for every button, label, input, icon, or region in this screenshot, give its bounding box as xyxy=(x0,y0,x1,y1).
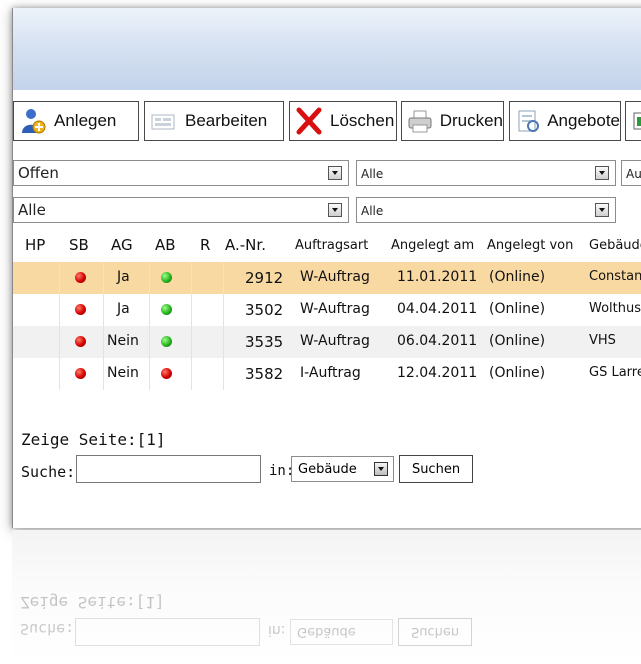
datum-cell: 06.04.2011 xyxy=(397,333,478,349)
chevron-down-icon[interactable] xyxy=(328,166,342,180)
window-reflection: Suche: in: Gebäude Suchen Zeige Seite:[1… xyxy=(12,530,641,664)
delete-x-icon xyxy=(294,106,324,136)
filter-2-value: Alle xyxy=(361,167,384,181)
datum-cell: 12.04.2011 xyxy=(397,365,478,381)
nr-cell: 3502 xyxy=(245,301,284,319)
angelegt-von-cell: (Online) xyxy=(489,269,546,285)
auftragsart-cell: W-Auftrag xyxy=(300,269,370,285)
datum-cell: 04.04.2011 xyxy=(397,301,478,317)
search-label: Suche: xyxy=(21,463,76,481)
ab-status-dot xyxy=(161,368,172,379)
reflection-suchen: Suchen xyxy=(398,618,472,646)
gebaeude-cell: Constant xyxy=(589,269,641,284)
offer-icon xyxy=(514,106,541,136)
gebaeude-cell: GS Larre xyxy=(589,365,641,380)
pager: Zeige Seite:[1] xyxy=(21,430,166,449)
more-toolbar-button[interactable] xyxy=(625,101,641,141)
ab-status-dot xyxy=(161,304,172,315)
drucken-label: Drucken xyxy=(439,111,503,130)
bearbeiten-button[interactable]: Bearbeiten xyxy=(144,101,284,141)
table-row[interactable]: Ja 2912 W-Auftrag 11.01.2011 (Online) Co… xyxy=(13,262,641,294)
loeschen-button[interactable]: Löschen xyxy=(289,101,397,141)
edit-icon xyxy=(149,106,179,136)
ag-cell: Ja xyxy=(117,269,130,285)
search-field-select[interactable]: Gebäude xyxy=(291,456,394,482)
auftragsart-cell: I-Auftrag xyxy=(300,365,361,381)
printer-icon xyxy=(406,106,434,136)
ag-cell: Nein xyxy=(107,365,139,381)
ab-status-dot xyxy=(161,336,172,347)
col-header-nr[interactable]: A.-Nr. xyxy=(225,236,266,262)
ag-cell: Nein xyxy=(107,333,139,349)
col-header-ab[interactable]: AB xyxy=(155,236,176,262)
filter-3-value: Alle xyxy=(18,201,46,219)
reflection-search-input xyxy=(75,618,260,646)
angelegt-von-cell: (Online) xyxy=(489,333,546,349)
page-link-1[interactable]: [1] xyxy=(137,430,166,449)
gebaeude-cell: VHS xyxy=(589,333,616,348)
sb-status-dot xyxy=(75,368,86,379)
chevron-down-icon[interactable] xyxy=(374,462,388,476)
toolbar: Anlegen Bearbeiten Löschen Drucken Angeb… xyxy=(13,101,641,145)
angebote-label: Angebote xyxy=(547,111,620,130)
filter-4-select[interactable]: Alle xyxy=(356,197,616,223)
search-bar: Suche: in: Gebäude Suchen xyxy=(21,455,641,485)
title-bar xyxy=(13,8,641,90)
table-row[interactable]: Ja 3502 W-Auftrag 04.04.2011 (Online) Wo… xyxy=(13,294,641,326)
col-header-angelegt-am[interactable]: Angelegt am xyxy=(391,238,474,264)
app-window: Anlegen Bearbeiten Löschen Drucken Angeb… xyxy=(12,8,641,528)
nr-cell: 3535 xyxy=(245,333,284,351)
reflection-search-label: Suche: xyxy=(20,620,75,638)
loeschen-label: Löschen xyxy=(330,111,395,130)
col-header-r[interactable]: R xyxy=(200,236,210,262)
angebote-button[interactable]: Angebote xyxy=(509,101,621,141)
status-filter-select[interactable]: Offen xyxy=(13,160,349,186)
pager-label: Zeige Seite: xyxy=(21,430,137,449)
suchen-button[interactable]: Suchen xyxy=(399,455,473,483)
gebaeude-cell: Wolthuse xyxy=(589,301,641,316)
col-header-angelegt-von[interactable]: Angelegt von xyxy=(487,238,573,264)
chevron-down-icon[interactable] xyxy=(595,166,609,180)
image-icon xyxy=(630,106,641,136)
chevron-down-icon[interactable] xyxy=(328,203,342,217)
reflection-pager: Zeige Seite:[1] xyxy=(20,593,165,612)
sb-status-dot xyxy=(75,304,86,315)
col-header-auftragsart[interactable]: Auftragsart xyxy=(295,238,368,264)
col-header-hp[interactable]: HP xyxy=(25,236,45,262)
filter-3-select[interactable]: Alle xyxy=(13,197,349,223)
nr-cell: 3582 xyxy=(245,365,284,383)
angelegt-von-cell: (Online) xyxy=(489,365,546,381)
auftragsart-cell: W-Auftrag xyxy=(300,333,370,349)
reflection-in-label: in: xyxy=(268,622,286,638)
table-row[interactable]: Nein 3582 I-Auftrag 12.04.2011 (Online) … xyxy=(13,358,641,390)
filter-2-select[interactable]: Alle xyxy=(356,160,616,186)
anlegen-button[interactable]: Anlegen xyxy=(13,101,139,141)
filter-5-select[interactable]: Au xyxy=(621,160,641,186)
col-header-sb[interactable]: SB xyxy=(69,236,89,262)
filter-5-value: Au xyxy=(626,167,641,181)
sb-status-dot xyxy=(75,336,86,347)
datum-cell: 11.01.2011 xyxy=(397,269,478,285)
col-header-gebaeude[interactable]: Gebäude xyxy=(589,238,641,264)
table-row[interactable]: Nein 3535 W-Auftrag 06.04.2011 (Online) … xyxy=(13,326,641,358)
sb-status-dot xyxy=(75,272,86,283)
drucken-button[interactable]: Drucken xyxy=(401,101,504,141)
auftragsart-cell: W-Auftrag xyxy=(300,301,370,317)
chevron-down-icon[interactable] xyxy=(595,203,609,217)
status-filter-value: Offen xyxy=(18,164,59,182)
search-input[interactable] xyxy=(76,455,261,483)
filter-4-value: Alle xyxy=(361,204,384,218)
reflection-field-select: Gebäude xyxy=(290,619,393,645)
ag-cell: Ja xyxy=(117,301,130,317)
ab-status-dot xyxy=(161,272,172,283)
search-field-value: Gebäude xyxy=(298,462,357,477)
col-header-ag[interactable]: AG xyxy=(111,236,133,262)
nr-cell: 2912 xyxy=(245,269,284,287)
bearbeiten-label: Bearbeiten xyxy=(185,111,268,130)
user-add-icon xyxy=(18,106,48,136)
anlegen-label: Anlegen xyxy=(54,111,117,130)
angelegt-von-cell: (Online) xyxy=(489,301,546,317)
